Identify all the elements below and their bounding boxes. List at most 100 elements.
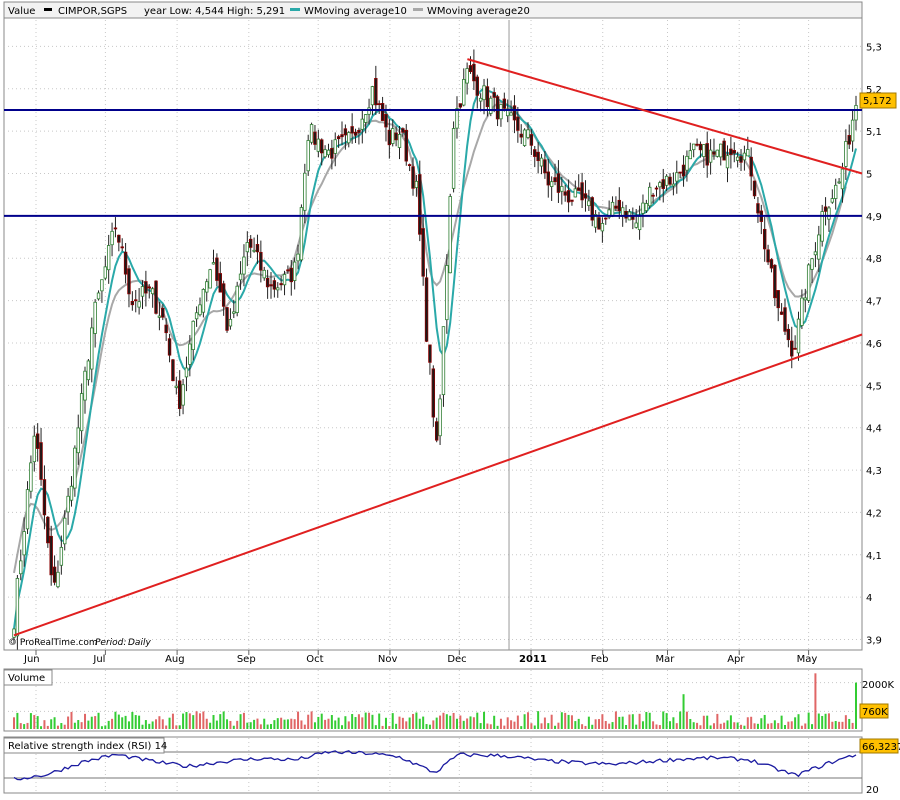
candle-body bbox=[587, 200, 591, 207]
volume-bar bbox=[827, 713, 830, 729]
volume-bar bbox=[381, 725, 384, 729]
candle-body bbox=[539, 157, 544, 167]
candle-body bbox=[661, 179, 665, 189]
candle-body bbox=[276, 287, 280, 291]
volume-bar bbox=[743, 725, 746, 729]
candle-body bbox=[533, 149, 537, 157]
candle-body bbox=[66, 495, 70, 513]
candle-body bbox=[306, 140, 310, 172]
price-tick-label: 4 bbox=[866, 593, 872, 604]
candle-body bbox=[326, 149, 331, 156]
candle-body bbox=[790, 340, 794, 357]
volume-bar bbox=[111, 718, 114, 729]
candle-body bbox=[35, 433, 40, 449]
volume-bar bbox=[212, 715, 215, 729]
volume-bar bbox=[756, 723, 759, 729]
volume-bar bbox=[520, 726, 523, 729]
candle-body bbox=[637, 215, 642, 231]
candle-body bbox=[803, 297, 807, 301]
volume-bar bbox=[171, 713, 174, 729]
x-tick-label: 2011 bbox=[519, 654, 547, 665]
volume-bar bbox=[750, 716, 753, 729]
volume-bar bbox=[168, 717, 171, 729]
candle-body bbox=[127, 268, 131, 295]
candle-body bbox=[404, 129, 408, 162]
volume-bar bbox=[459, 715, 462, 729]
volume-bar bbox=[706, 715, 709, 729]
volume-bar bbox=[124, 715, 127, 729]
candle-body bbox=[844, 141, 848, 167]
volume-bar bbox=[641, 721, 644, 729]
candle-body bbox=[12, 628, 16, 638]
volume-bar bbox=[29, 713, 32, 729]
volume-bar bbox=[53, 717, 56, 729]
candle-body bbox=[394, 132, 398, 141]
candle-body bbox=[265, 278, 270, 288]
price-tick-label: 4,1 bbox=[866, 551, 882, 562]
volume-bar bbox=[144, 720, 147, 729]
volume-bar bbox=[445, 714, 448, 729]
volume-bar bbox=[13, 717, 15, 729]
candle-body bbox=[566, 190, 571, 203]
candle-body bbox=[292, 261, 297, 281]
candle-body bbox=[668, 176, 672, 185]
candle-body bbox=[830, 198, 835, 203]
candle-body bbox=[462, 79, 466, 106]
volume-bar bbox=[635, 724, 638, 729]
volume-bar bbox=[337, 717, 340, 729]
volume-bar bbox=[733, 722, 736, 729]
volume-bar bbox=[662, 711, 665, 729]
volume-bar bbox=[506, 717, 509, 729]
candle-body bbox=[742, 152, 747, 161]
volume-bar bbox=[489, 724, 492, 729]
candle-body bbox=[282, 274, 287, 286]
candle-body bbox=[343, 128, 348, 136]
candle-body bbox=[181, 384, 185, 406]
candle-body bbox=[103, 266, 108, 279]
volume-bar bbox=[23, 724, 26, 729]
volume-bar bbox=[70, 711, 73, 729]
candle-body bbox=[330, 148, 334, 159]
candle-body bbox=[90, 327, 94, 370]
volume-bar bbox=[608, 723, 611, 729]
candle-body bbox=[438, 398, 442, 437]
candle-body bbox=[712, 151, 716, 155]
candle-body bbox=[847, 135, 851, 145]
candle-body bbox=[549, 181, 554, 187]
volume-bar bbox=[259, 724, 262, 729]
volume-bar bbox=[598, 719, 601, 729]
volume-bar bbox=[114, 711, 117, 729]
candle-body bbox=[779, 311, 784, 315]
volume-bar bbox=[46, 725, 49, 729]
ma20-legend-label: WMoving average20 bbox=[427, 6, 530, 17]
candle-body bbox=[130, 301, 135, 306]
volume-bar bbox=[672, 717, 675, 729]
volume-bar bbox=[844, 715, 847, 729]
candle-body bbox=[489, 97, 493, 114]
candle-body bbox=[76, 427, 80, 454]
candle-body bbox=[333, 139, 337, 154]
candle-body bbox=[134, 299, 138, 302]
volume-bar bbox=[685, 711, 688, 729]
price-tick-label: 4,2 bbox=[866, 508, 882, 519]
candle-body bbox=[164, 324, 168, 334]
volume-bar bbox=[476, 712, 479, 729]
candle-body bbox=[773, 264, 777, 299]
stock-chart: Value CIMPOR,SGPS year Low: 4,544 High: … bbox=[3, 1, 900, 796]
volume-bar bbox=[330, 715, 333, 729]
candle-body bbox=[184, 367, 189, 378]
candle-body bbox=[783, 307, 787, 332]
candle-body bbox=[73, 447, 77, 489]
candle-body bbox=[583, 193, 588, 199]
volume-bar bbox=[483, 711, 486, 729]
volume-bar bbox=[97, 712, 100, 729]
volume-bar bbox=[547, 723, 550, 729]
volume-bar bbox=[269, 724, 272, 729]
candle-body bbox=[472, 63, 476, 82]
volume-bar bbox=[16, 712, 19, 729]
volume-bar bbox=[499, 718, 502, 729]
candle-body bbox=[225, 307, 229, 331]
candle-body bbox=[597, 217, 601, 230]
candle-body bbox=[749, 156, 753, 177]
volume-bar bbox=[151, 721, 154, 729]
